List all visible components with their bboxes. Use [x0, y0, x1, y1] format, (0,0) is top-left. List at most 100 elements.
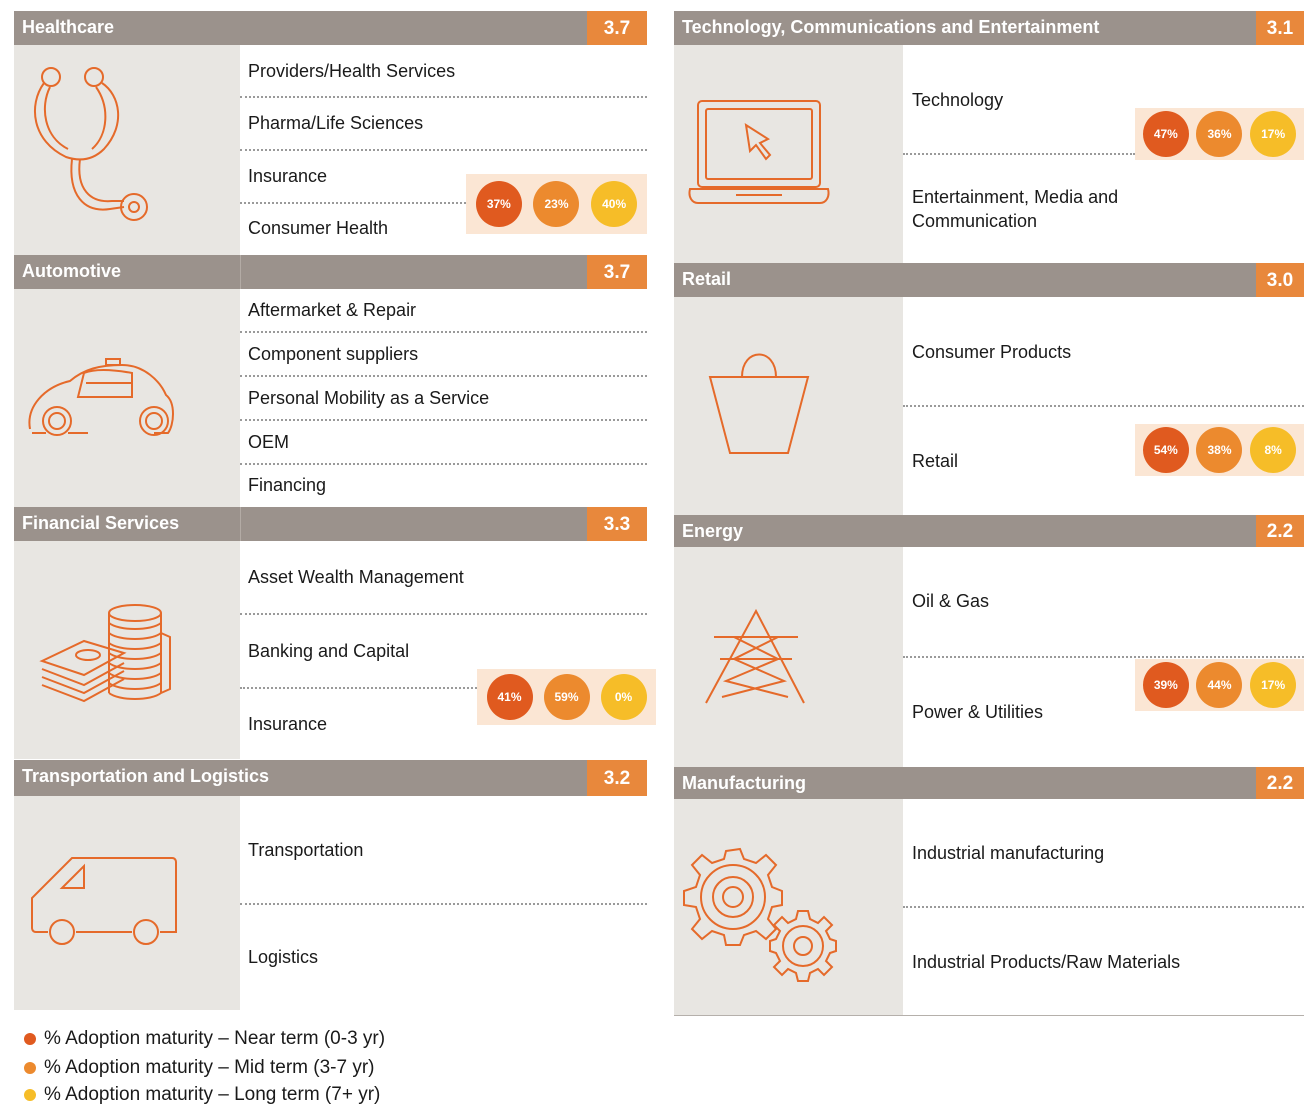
car-icon — [28, 358, 174, 436]
financial-header: Financial Services 3.3 — [14, 507, 647, 541]
energy-item-1: Oil & Gas — [912, 591, 990, 611]
retail-title: Retail — [682, 269, 732, 289]
automotive-item-5: Financing — [248, 475, 327, 495]
adoption-long-badge: 0% — [600, 674, 647, 720]
retail-adoption: 54% 38% 8% — [1135, 424, 1304, 476]
energy-score: 2.2 — [1256, 515, 1304, 547]
technology-icon-panel — [674, 45, 903, 263]
adoption-near-badge: 54% — [1142, 427, 1189, 473]
pylon-icon — [705, 608, 805, 704]
adoption-near-badge: 37% — [475, 181, 522, 227]
legend-near-term: % Adoption maturity – Near term (0-3 yr) — [24, 1028, 385, 1050]
legend-long-label: % Adoption maturity – Long term (7+ yr) — [44, 1084, 381, 1105]
laptop-icon — [688, 100, 830, 204]
transportation-item-1: Transportation — [248, 840, 364, 860]
healthcare-title: Healthcare — [22, 17, 115, 37]
adoption-mid-badge: 38% — [1196, 427, 1243, 473]
separator — [240, 149, 647, 151]
financial-score: 3.3 — [587, 507, 647, 541]
stethoscope-icon — [33, 67, 148, 221]
divider — [240, 507, 241, 541]
retail-item-2: Retail — [912, 451, 959, 471]
separator — [240, 463, 647, 465]
separator — [903, 656, 1304, 658]
legend-long-dot — [24, 1089, 36, 1101]
coins-icon — [39, 604, 171, 703]
van-icon — [31, 857, 177, 945]
transportation-icon-panel — [14, 796, 240, 1010]
healthcare-score: 3.7 — [587, 11, 647, 45]
energy-item-2: Power & Utilities — [912, 702, 1044, 722]
financial-icon-panel — [14, 541, 240, 759]
automotive-icon-panel — [14, 289, 240, 507]
legend-long-term: % Adoption maturity – Long term (7+ yr) — [24, 1084, 380, 1105]
shopping-bag-icon — [708, 353, 810, 454]
automotive-item-3: Personal Mobility as a Service — [248, 388, 490, 408]
technology-header: Technology, Communications and Entertain… — [674, 11, 1304, 45]
separator — [903, 153, 1135, 155]
automotive-item-2: Component suppliers — [248, 344, 419, 364]
healthcare-item-4: Consumer Health — [248, 218, 389, 238]
divider — [240, 255, 241, 289]
adoption-long-badge: 40% — [591, 181, 638, 227]
healthcare-adoption: 37% 23% 40% — [466, 174, 647, 234]
financial-item-1: Asset Wealth Management — [248, 567, 464, 587]
technology-item-2: Entertainment, Media and Communication — [912, 185, 1118, 233]
separator — [240, 419, 647, 421]
energy-title: Energy — [682, 521, 744, 541]
healthcare-icon-panel — [14, 45, 240, 255]
separator — [240, 903, 647, 905]
retail-icon-panel — [674, 297, 903, 515]
separator — [240, 96, 647, 98]
legend-near-dot — [24, 1033, 36, 1045]
transportation-header: Transportation and Logistics 3.2 — [14, 760, 647, 796]
automotive-score: 3.7 — [587, 255, 647, 289]
energy-header: Energy 2.2 — [674, 515, 1304, 547]
adoption-mid-badge: 44% — [1196, 662, 1243, 708]
separator — [240, 687, 477, 689]
adoption-near-badge: 41% — [486, 674, 533, 720]
automotive-item-4: OEM — [248, 432, 290, 452]
adoption-mid-badge: 59% — [543, 674, 590, 720]
technology-score: 3.1 — [1256, 11, 1304, 45]
retail-header: Retail 3.0 — [674, 263, 1304, 297]
financial-title: Financial Services — [22, 513, 180, 533]
legend-mid-dot — [24, 1062, 36, 1074]
manufacturing-icon-panel — [674, 799, 903, 1015]
transportation-item-2: Logistics — [248, 947, 319, 967]
healthcare-item-1: Providers/Health Services — [248, 61, 456, 81]
manufacturing-item-1: Industrial manufacturing — [912, 843, 1105, 863]
technology-adoption: 47% 36% 17% — [1135, 108, 1304, 160]
automotive-header: Automotive 3.7 — [14, 255, 647, 289]
separator — [240, 331, 647, 333]
bottom-rule — [674, 1015, 1304, 1016]
manufacturing-title: Manufacturing — [682, 773, 806, 793]
healthcare-header: Healthcare 3.7 — [14, 11, 647, 45]
separator — [903, 906, 1304, 908]
adoption-long-badge: 17% — [1250, 111, 1297, 157]
separator — [240, 202, 466, 204]
financial-item-3: Insurance — [248, 714, 328, 734]
technology-title: Technology, Communications and Entertain… — [682, 17, 1100, 37]
technology-item-1: Technology — [912, 90, 1004, 110]
manufacturing-score: 2.2 — [1256, 767, 1304, 799]
technology-item-2-line2: Communication — [912, 211, 1038, 231]
energy-adoption: 39% 44% 17% — [1135, 659, 1304, 711]
financial-adoption: 41% 59% 0% — [477, 669, 656, 725]
separator — [903, 405, 1304, 407]
manufacturing-header: Manufacturing 2.2 — [674, 767, 1304, 799]
separator — [240, 375, 647, 377]
separator — [240, 613, 647, 615]
adoption-long-badge: 17% — [1250, 662, 1297, 708]
legend-mid-label: % Adoption maturity – Mid term (3-7 yr) — [44, 1057, 375, 1078]
financial-item-2: Banking and Capital — [248, 641, 410, 661]
healthcare-item-2: Pharma/Life Sciences — [248, 113, 424, 133]
automotive-item-1: Aftermarket & Repair — [248, 300, 417, 320]
manufacturing-item-2: Industrial Products/Raw Materials — [912, 952, 1181, 972]
adoption-mid-badge: 36% — [1196, 111, 1243, 157]
transportation-title: Transportation and Logistics — [22, 766, 270, 786]
adoption-near-badge: 47% — [1142, 111, 1189, 157]
technology-item-2-line1: Entertainment, Media and — [912, 187, 1119, 207]
retail-score: 3.0 — [1256, 263, 1304, 297]
automotive-title: Automotive — [22, 261, 121, 281]
